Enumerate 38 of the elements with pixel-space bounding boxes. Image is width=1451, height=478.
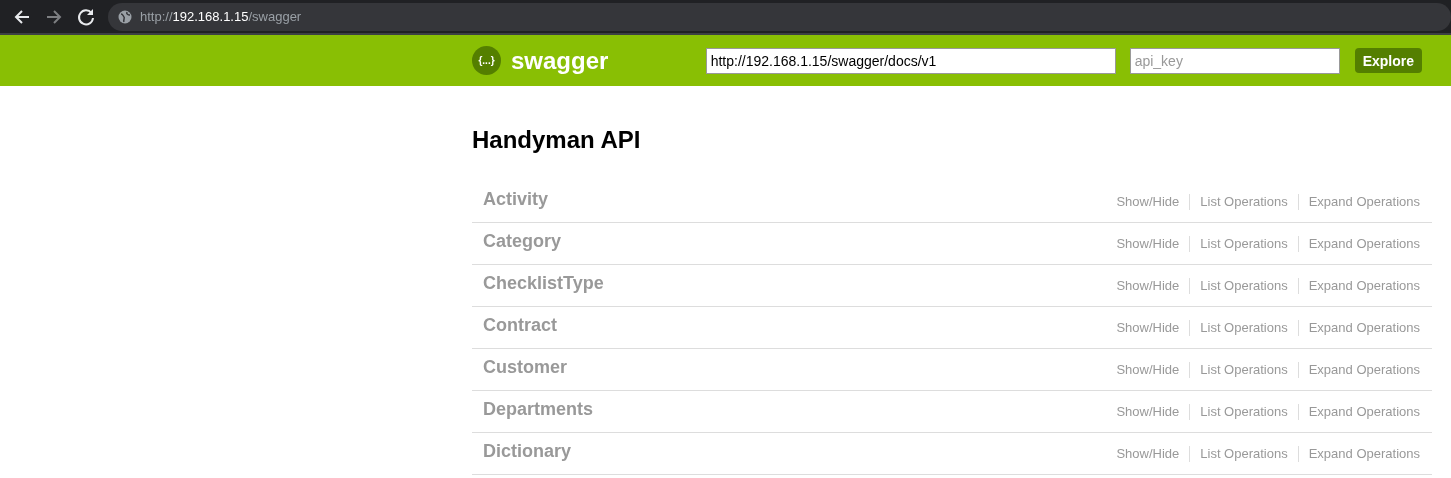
operation-link[interactable]: Expand Operations xyxy=(1298,194,1420,209)
operation-link[interactable]: List Operations xyxy=(1190,236,1298,251)
resource-name[interactable]: ChecklistType xyxy=(473,273,614,298)
resource-name[interactable]: Customer xyxy=(473,357,577,382)
operation-link[interactable]: Show/Hide xyxy=(1106,278,1190,293)
operation-link[interactable]: Expand Operations xyxy=(1298,278,1420,293)
resource-name[interactable]: Activity xyxy=(473,189,559,214)
resource-name[interactable]: Departments xyxy=(473,399,604,424)
operation-link[interactable]: List Operations xyxy=(1190,446,1298,461)
operation-link[interactable]: List Operations xyxy=(1190,362,1298,377)
operation-link[interactable]: Show/Hide xyxy=(1106,404,1190,419)
operation-link[interactable]: List Operations xyxy=(1190,194,1298,209)
logo-icon: {...} xyxy=(472,46,501,75)
api-key-field[interactable]: api_key xyxy=(1129,47,1340,74)
operation-link[interactable]: Expand Operations xyxy=(1298,320,1420,335)
operation-link[interactable]: Show/Hide xyxy=(1106,446,1190,461)
url-field[interactable]: http://192.168.1.15/swagger/docs/v1 xyxy=(705,47,1116,74)
operation-link[interactable]: List Operations xyxy=(1190,278,1298,293)
operation-link[interactable]: Expand Operations xyxy=(1298,236,1420,251)
operation-link[interactable]: Show/Hide xyxy=(1106,320,1190,335)
address-bar[interactable]: http://192.168.1.15/swagger xyxy=(108,2,1451,31)
operation-link[interactable]: Show/Hide xyxy=(1106,236,1190,251)
address-text: http://192.168.1.15/swagger xyxy=(140,9,302,24)
explore-button[interactable]: Explore xyxy=(1354,48,1422,73)
operation-link[interactable]: List Operations xyxy=(1190,320,1298,335)
reload-icon[interactable] xyxy=(76,6,96,27)
resource-name[interactable]: Dictionary xyxy=(473,441,582,466)
operation-link[interactable]: Expand Operations xyxy=(1298,446,1420,461)
operation-link[interactable]: Show/Hide xyxy=(1106,194,1190,209)
resource-name[interactable]: Contract xyxy=(473,315,567,340)
operation-link[interactable]: Expand Operations xyxy=(1298,362,1420,377)
resource-name[interactable]: Category xyxy=(473,231,572,256)
page-title: Handyman API xyxy=(472,126,642,154)
operation-link[interactable]: List Operations xyxy=(1190,404,1298,419)
logo-text: swagger xyxy=(511,46,609,75)
operation-link[interactable]: Expand Operations xyxy=(1298,404,1420,419)
operation-link[interactable]: Show/Hide xyxy=(1106,362,1190,377)
globe-icon xyxy=(118,9,132,24)
